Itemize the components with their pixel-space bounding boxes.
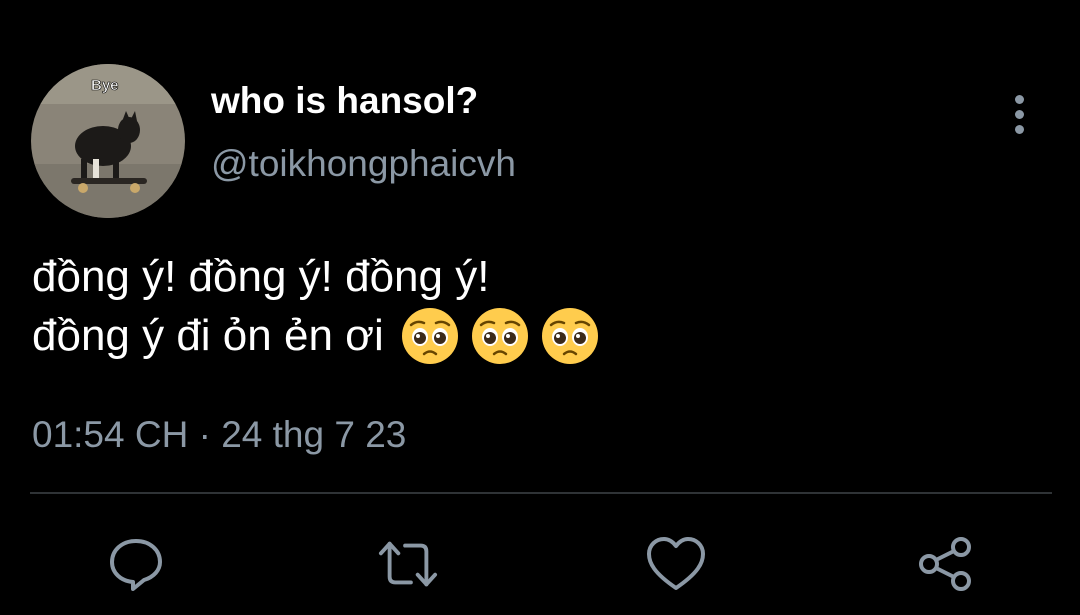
avatar[interactable]: Bye xyxy=(31,64,185,218)
share-icon xyxy=(919,537,971,591)
pleading-face-icon xyxy=(401,308,458,364)
avatar-caption: Bye xyxy=(91,77,119,94)
more-options-button[interactable] xyxy=(1000,90,1038,138)
retweet-button[interactable] xyxy=(378,534,438,594)
tweet-timestamp[interactable]: 01:54 CH · 24 thg 7 23 xyxy=(32,414,406,456)
tweet-card: Bye who is hansol? @toikhongphaicvh đồng… xyxy=(0,0,1080,615)
more-vertical-icon xyxy=(1014,94,1024,104)
like-icon xyxy=(647,537,705,590)
emoji-group xyxy=(400,306,600,366)
pleading-face-icon xyxy=(471,308,528,364)
author-handle[interactable]: @toikhongphaicvh xyxy=(211,143,516,185)
tweet-text-line-1: đồng ý! đồng ý! đồng ý! xyxy=(32,252,490,301)
retweet-icon xyxy=(378,541,438,587)
more-vertical-icon-dot xyxy=(1014,124,1024,134)
author-display-name[interactable]: who is hansol? xyxy=(211,80,478,122)
avatar-image: Bye xyxy=(31,64,185,218)
reply-button[interactable] xyxy=(106,534,166,594)
pleading-face-icon xyxy=(541,308,598,364)
tweet-action-bar xyxy=(0,534,1080,594)
tweet-text: đồng ý! đồng ý! đồng ý! đồng ý đi ỏn ẻn … xyxy=(32,248,600,366)
like-button[interactable] xyxy=(646,534,706,594)
tweet-text-line: đồng ý đi ỏn ẻn ơi xyxy=(32,306,600,366)
reply-icon xyxy=(110,539,162,591)
tweet-text-line: đồng ý! đồng ý! đồng ý! xyxy=(32,248,600,306)
more-vertical-icon-dot xyxy=(1014,109,1024,119)
share-button[interactable] xyxy=(916,534,976,594)
tweet-text-line-2: đồng ý đi ỏn ẻn ơi xyxy=(32,311,384,360)
divider xyxy=(30,492,1052,494)
